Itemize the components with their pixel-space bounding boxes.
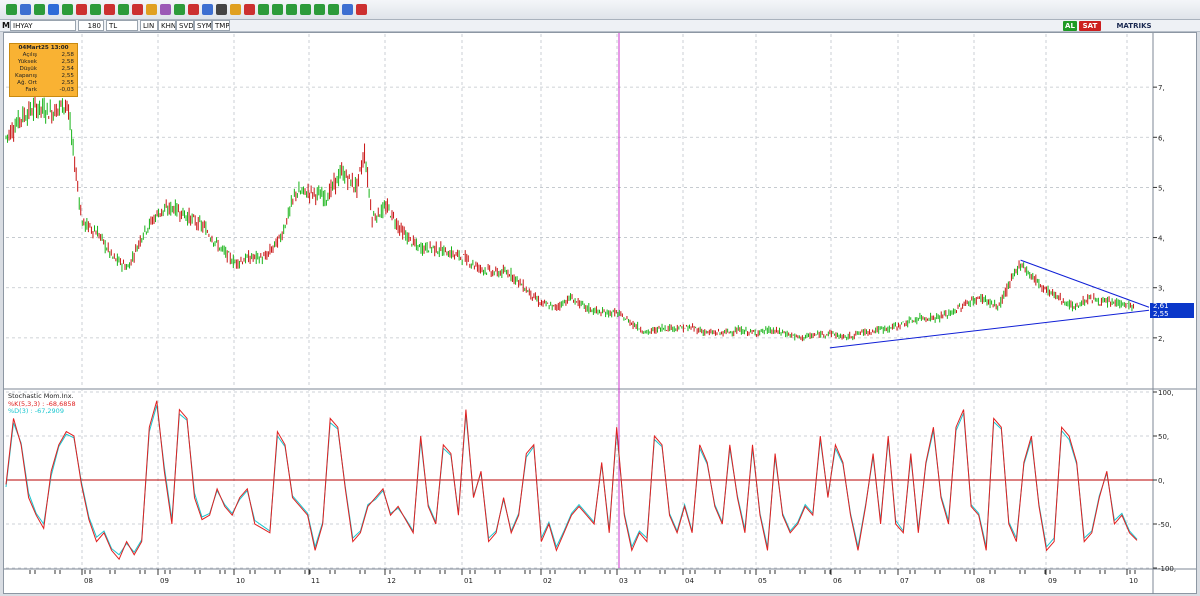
info-label: Fark — [25, 87, 37, 93]
x-tick-label: 02 — [543, 577, 552, 585]
y-tick-label: 6, — [1158, 134, 1165, 142]
y-tick-label: 2, — [1158, 335, 1165, 343]
x-tick-label: 12 — [387, 577, 396, 585]
x-tick-label: 03 — [619, 577, 628, 585]
info-row: Kapanış 2,55 — [10, 73, 77, 80]
x-tick-label: 04 — [685, 577, 694, 585]
x-tick-label: 09 — [160, 577, 169, 585]
info-value: 2,58 — [61, 52, 74, 58]
x-tick-label: 07 — [900, 577, 909, 585]
info-value: 2,55 — [61, 80, 74, 86]
y-tick-label: 3, — [1158, 285, 1165, 293]
info-label: Yüksek — [17, 59, 37, 65]
x-tick-label: 08 — [84, 577, 93, 585]
y-tick-label: 0, — [1158, 477, 1165, 485]
x-tick-label: 05 — [758, 577, 767, 585]
info-row: Fark -0,03 — [10, 87, 77, 94]
x-tick-label: 06 — [833, 577, 842, 585]
x-tick-label: 01 — [464, 577, 473, 585]
last-price-tag: 2,61 2,55 — [1150, 302, 1194, 318]
y-tick-label: -100, — [1158, 565, 1176, 573]
x-tick-label: 10 — [1129, 577, 1138, 585]
info-label: Açılış — [22, 52, 37, 58]
y-tick-label: 4, — [1158, 235, 1165, 243]
info-label: Düşük — [19, 66, 37, 72]
info-row: Ağ. Ort 2,55 — [10, 80, 77, 87]
info-row: Yüksek 2,58 — [10, 59, 77, 66]
x-tick-label: 09 — [1048, 577, 1057, 585]
d-label: %D(3) — [8, 407, 29, 415]
chart-canvas[interactable]: 08 09 10 11 12 01 02 03 04 05 06 07 08 09 10 2, 3, 4, 5, 6,… — [0, 0, 1200, 596]
info-date: 04Mart25 13:00 — [18, 45, 69, 51]
info-value: 2,54 — [61, 66, 74, 72]
info-value: -0,03 — [59, 87, 74, 93]
last-price-secondary: 2,55 — [1153, 309, 1169, 318]
info-row: Düşük 2,54 — [10, 66, 77, 73]
info-row: Açılış 2,58 — [10, 52, 77, 59]
stochastic-legend: Stochastic Mom.Inx. %K(5,3,3) : -68,6858… — [8, 392, 76, 416]
info-label: Ağ. Ort — [17, 80, 37, 86]
x-tick-label: 11 — [311, 577, 320, 585]
y-tick-label: 50, — [1158, 433, 1169, 441]
info-label: Kapanış — [15, 73, 37, 79]
y-tick-label: 100, — [1158, 389, 1174, 397]
y-tick-label: -50, — [1158, 521, 1172, 529]
info-value: 2,58 — [61, 59, 74, 65]
info-value: 2,55 — [61, 73, 74, 79]
y-tick-label: 5, — [1158, 184, 1165, 192]
ohlc-info-box: 04Mart25 13:00 Açılış 2,58 Yüksek 2,58 Düşük… — [9, 43, 78, 97]
d-value: : -67,2909 — [30, 407, 64, 415]
x-tick-label: 08 — [976, 577, 985, 585]
support-trendline — [829, 309, 1150, 349]
y-tick-label: 7, — [1158, 84, 1165, 92]
x-tick-label: 10 — [236, 577, 245, 585]
